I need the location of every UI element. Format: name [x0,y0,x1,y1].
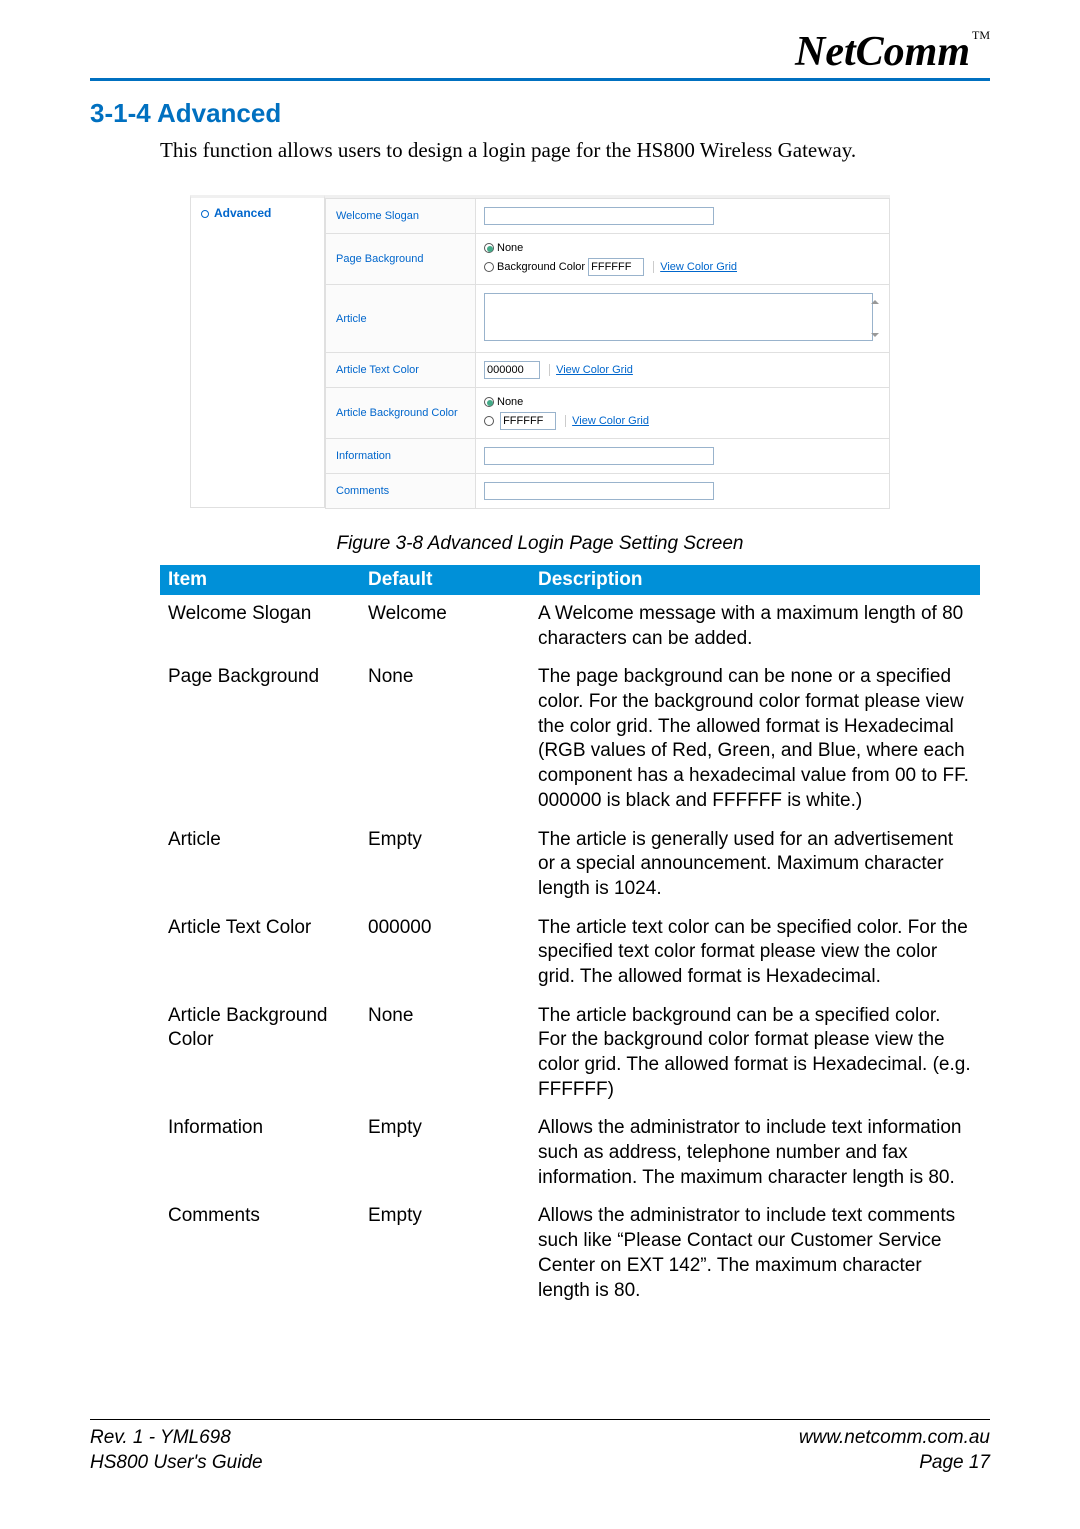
radio-bg-color[interactable] [484,262,494,272]
welcome-slogan-input[interactable] [484,207,714,225]
table-cell-default: Empty [360,1109,530,1197]
row-information: Information [325,438,890,474]
row-page-background: Page Background None Background Color Vi… [325,233,890,285]
row-article: Article [325,284,890,353]
radio-article-bg-color[interactable] [484,416,494,426]
label-page-background: Page Background [326,234,476,284]
bg-none-label: None [497,242,523,254]
view-color-grid-link-2[interactable]: View Color Grid [549,364,633,376]
label-welcome-slogan: Welcome Slogan [326,199,476,233]
row-article-text-color: Article Text Color View Color Grid [325,352,890,388]
table-cell-description: A Welcome message with a maximum length … [530,595,980,658]
figure-settings-panel: Welcome Slogan Page Background None Back… [325,195,890,508]
table-row: ArticleEmptyThe article is generally use… [160,821,980,909]
table-cell-default: 000000 [360,909,530,997]
advanced-settings-screenshot: Advanced Welcome Slogan Page Background … [190,195,890,508]
table-row: InformationEmptyAllows the administrator… [160,1109,980,1197]
bg-color-input[interactable] [588,258,644,276]
sidebar-item-advanced[interactable]: Advanced [214,206,271,220]
bullet-icon [201,210,209,218]
table-cell-description: Allows the administrator to include text… [530,1109,980,1197]
figure-sidebar: Advanced [190,195,325,508]
article-bg-color-input[interactable] [500,412,556,430]
table-cell-item: Comments [160,1197,360,1310]
settings-description-table: Item Default Description Welcome SloganW… [160,565,980,1310]
article-bg-none-label: None [497,396,523,408]
scroll-down-icon[interactable] [871,328,879,340]
row-comments: Comments [325,473,890,509]
view-color-grid-link[interactable]: View Color Grid [653,261,737,273]
table-cell-default: Welcome [360,595,530,658]
table-row: CommentsEmptyAllows the administrator to… [160,1197,980,1310]
table-cell-item: Page Background [160,658,360,820]
table-cell-description: The article background can be a specifie… [530,997,980,1110]
table-header-description: Description [530,565,980,595]
table-cell-description: Allows the administrator to include text… [530,1197,980,1310]
article-text-color-input[interactable] [484,361,540,379]
section-intro: This function allows users to design a l… [160,138,980,163]
row-welcome-slogan: Welcome Slogan [325,198,890,234]
figure-caption: Figure 3-8 Advanced Login Page Setting S… [0,533,1080,555]
table-row: Page BackgroundNoneThe page background c… [160,658,980,820]
table-row: Article Background ColorNoneThe article … [160,997,980,1110]
table-row: Article Text Color000000The article text… [160,909,980,997]
brand-logo: NetCommTM [795,28,990,76]
table-cell-item: Information [160,1109,360,1197]
article-textarea[interactable] [484,293,873,341]
table-cell-default: None [360,658,530,820]
table-cell-default: Empty [360,1197,530,1310]
radio-bg-none[interactable] [484,243,494,253]
table-cell-default: None [360,997,530,1110]
page-footer: Rev. 1 - YML698 HS800 User's Guide www.n… [90,1426,990,1475]
table-cell-description: The article is generally used for an adv… [530,821,980,909]
table-cell-description: The article text color can be specified … [530,909,980,997]
table-cell-item: Welcome Slogan [160,595,360,658]
footer-rev: Rev. 1 - YML698 [90,1426,263,1451]
table-header-item: Item [160,565,360,595]
label-article-bg-color: Article Background Color [326,388,476,438]
table-cell-item: Article [160,821,360,909]
section-title: 3-1-4 Advanced [90,98,281,129]
table-cell-item: Article Background Color [160,997,360,1110]
table-row: Welcome SloganWelcomeA Welcome message w… [160,595,980,658]
comments-input[interactable] [484,482,714,500]
table-cell-description: The page background can be none or a spe… [530,658,980,820]
header-divider [90,78,990,81]
label-information: Information [326,439,476,473]
information-input[interactable] [484,447,714,465]
footer-divider [90,1419,990,1420]
row-article-bg-color: Article Background Color None View Color… [325,387,890,439]
footer-url: www.netcomm.com.au [799,1426,990,1451]
trademark-symbol: TM [972,28,990,42]
table-cell-default: Empty [360,821,530,909]
footer-page: Page 17 [799,1451,990,1476]
brand-logo-text: NetComm [795,29,970,75]
table-header-default: Default [360,565,530,595]
label-article: Article [326,285,476,352]
scroll-up-icon[interactable] [871,295,879,307]
footer-guide: HS800 User's Guide [90,1451,263,1476]
label-article-text-color: Article Text Color [326,353,476,387]
bg-color-label: Background Color [497,261,585,273]
label-comments: Comments [326,474,476,508]
view-color-grid-link-3[interactable]: View Color Grid [565,415,649,427]
table-cell-item: Article Text Color [160,909,360,997]
radio-article-bg-none[interactable] [484,397,494,407]
